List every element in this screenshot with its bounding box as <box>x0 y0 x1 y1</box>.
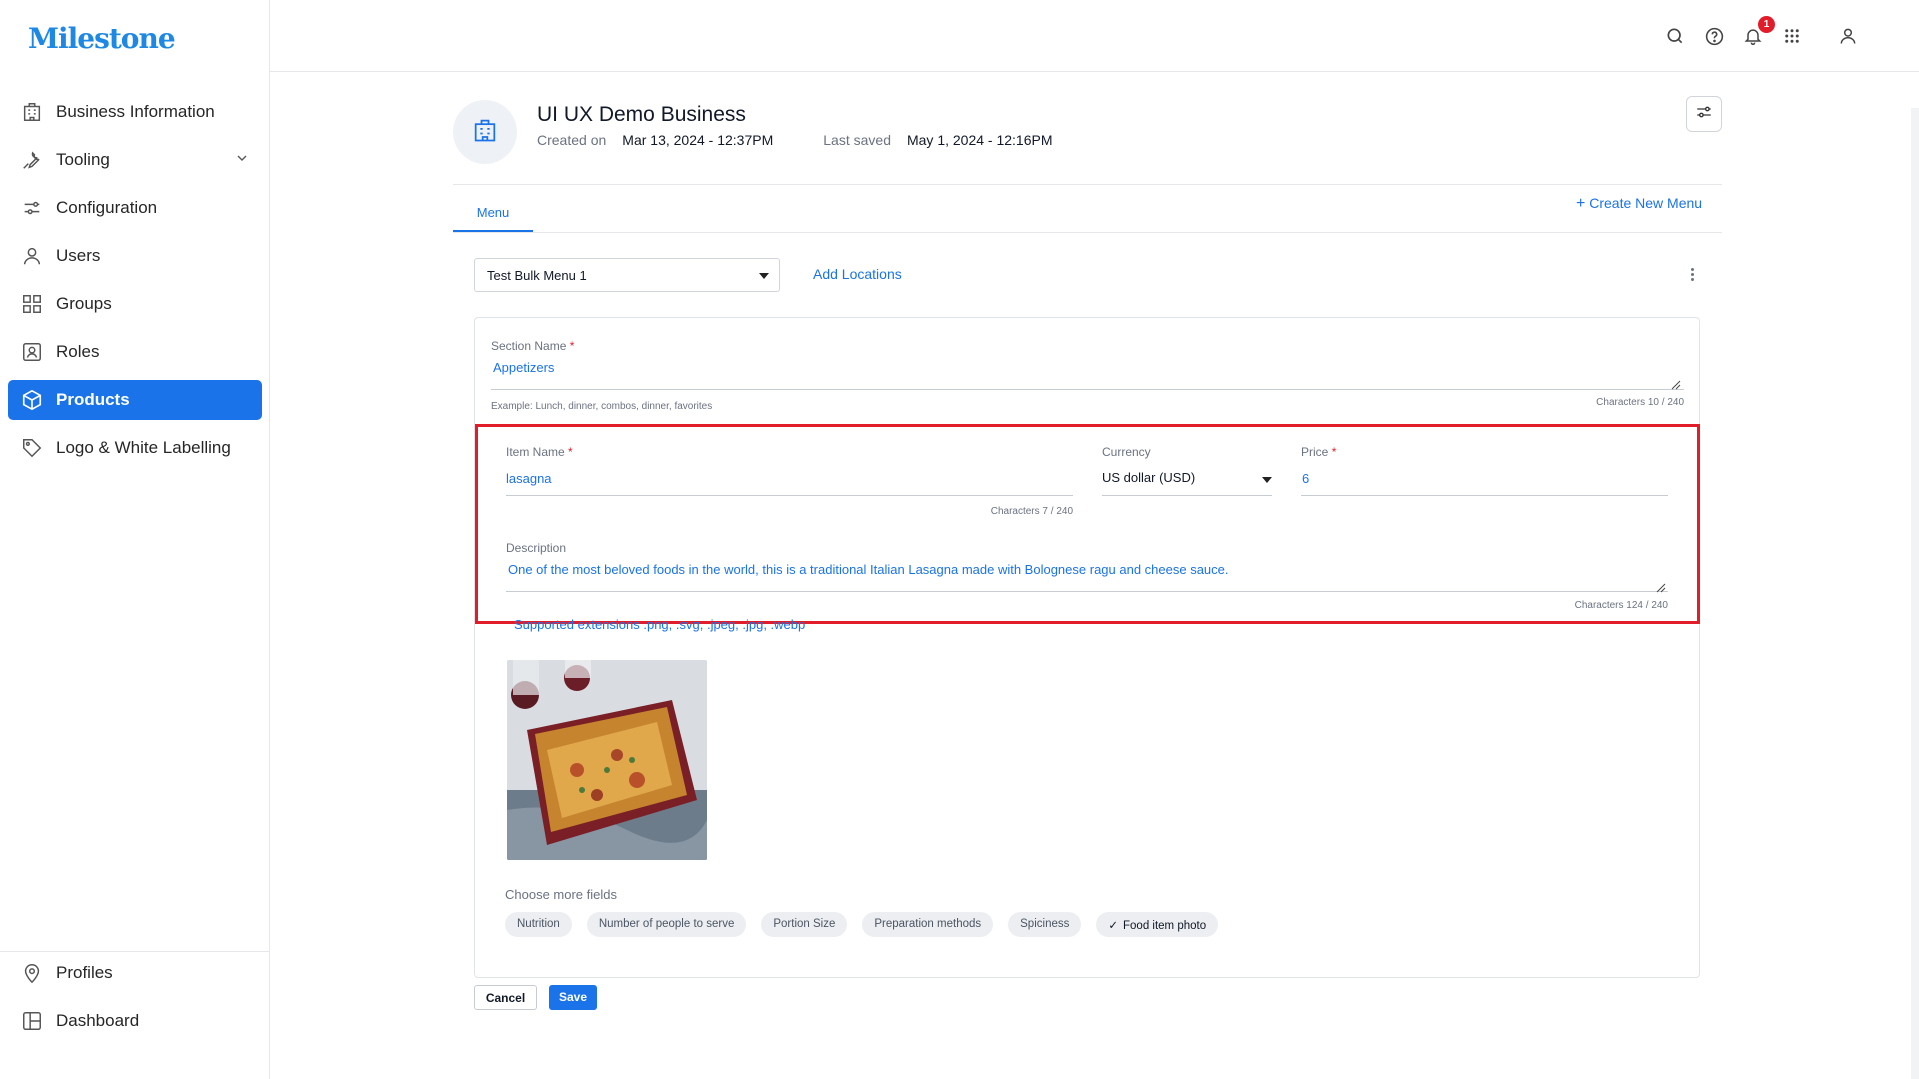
choose-more-fields-label: Choose more fields <box>505 887 617 902</box>
business-name: UI UX Demo Business <box>537 103 746 126</box>
sidebar-item-business-information[interactable]: Business Information <box>8 92 262 132</box>
search-icon[interactable] <box>1663 24 1687 48</box>
section-name-label: Section Name * <box>491 339 575 353</box>
section-name-input[interactable]: Appetizers <box>493 360 554 375</box>
created-value: Mar 13, 2024 - 12:37PM <box>622 132 774 148</box>
sidebar-item-users[interactable]: Users <box>8 236 262 276</box>
sidebar-item-products[interactable]: Products <box>8 380 262 420</box>
account-icon[interactable] <box>1836 24 1860 48</box>
apps-grid-icon[interactable] <box>1780 24 1804 48</box>
highlight-box <box>475 424 1700 624</box>
sidebar-item-roles[interactable]: Roles <box>8 332 262 372</box>
page-scrollbar[interactable] <box>1911 108 1919 1079</box>
notification-badge: 1 <box>1758 16 1775 33</box>
chip-label: Food item photo <box>1123 920 1207 932</box>
chevron-down-icon[interactable] <box>234 150 250 171</box>
sidebar-item-label: Tooling <box>56 150 110 169</box>
more-options-icon[interactable] <box>1688 268 1696 284</box>
business-avatar <box>453 100 517 164</box>
sidebar-item-label: Dashboard <box>56 1011 140 1030</box>
plus-icon: + <box>1576 195 1586 212</box>
sidebar-item-label: Profiles <box>56 963 113 982</box>
add-locations-link[interactable]: Add Locations <box>813 266 902 282</box>
location-pin-icon <box>20 961 44 985</box>
building-icon <box>20 100 44 124</box>
sidebar-item-label: Roles <box>56 342 100 361</box>
chip-nutrition[interactable]: Nutrition <box>505 912 572 937</box>
sidebar-item-configuration[interactable]: Configuration <box>8 188 262 228</box>
sidebar-item-profiles[interactable]: Profiles <box>8 953 262 993</box>
supported-extensions-text: Supported extensions .png, .svg, .jpeg, … <box>514 617 806 632</box>
check-icon: ✓ <box>1108 920 1118 932</box>
sidebar-item-label: Logo & White Labelling <box>56 438 231 457</box>
resize-handle-icon[interactable] <box>1671 377 1681 390</box>
wrench-icon <box>20 148 44 172</box>
sidebar-item-tooling[interactable]: Tooling <box>8 140 262 180</box>
box-icon <box>20 388 44 412</box>
sidebar-item-logo-white-labelling[interactable]: Logo & White Labelling <box>8 428 262 468</box>
save-button[interactable]: Save <box>549 985 597 1010</box>
id-card-icon <box>20 340 44 364</box>
app-logo[interactable]: Milestone <box>28 22 176 55</box>
building-icon <box>471 116 499 149</box>
created-label: Created on <box>537 132 607 148</box>
sidebar-item-groups[interactable]: Groups <box>8 284 262 324</box>
create-new-menu-link[interactable]: + Create New Menu <box>1576 195 1702 213</box>
chip-preparation-methods[interactable]: Preparation methods <box>862 912 994 937</box>
tag-icon <box>20 436 44 460</box>
grid-icon <box>20 292 44 316</box>
create-new-menu-label: Create New Menu <box>1589 195 1703 211</box>
tab-menu[interactable]: Menu <box>453 200 533 232</box>
menu-section-card <box>474 317 1700 978</box>
sliders-icon <box>1695 103 1713 126</box>
sidebar-item-label: Products <box>56 390 130 409</box>
dashboard-icon <box>20 1009 44 1033</box>
header-divider <box>453 184 1722 185</box>
chip-spiciness[interactable]: Spiciness <box>1008 912 1082 937</box>
help-icon[interactable] <box>1702 24 1726 48</box>
bell-icon[interactable]: 1 <box>1741 16 1775 48</box>
sidebar: Milestone Business Information Tooling C… <box>0 0 270 1079</box>
chip-portion-size[interactable]: Portion Size <box>761 912 848 937</box>
menu-select[interactable]: Test Bulk Menu 1 <box>474 258 780 292</box>
user-icon <box>20 244 44 268</box>
sidebar-item-label: Configuration <box>56 198 158 217</box>
filter-settings-button[interactable] <box>1686 96 1722 132</box>
sidebar-item-dashboard[interactable]: Dashboard <box>8 1001 262 1041</box>
top-bar: 1 <box>270 0 1919 72</box>
menu-select-value: Test Bulk Menu 1 <box>487 268 587 283</box>
sidebar-item-label: Users <box>56 246 101 265</box>
sidebar-divider <box>0 951 270 952</box>
more-fields-chips: Nutrition Number of people to serve Port… <box>505 912 1233 937</box>
sidebar-item-label: Business Information <box>56 102 215 121</box>
food-item-photo[interactable] <box>507 660 707 860</box>
chip-number-of-people[interactable]: Number of people to serve <box>586 912 747 937</box>
section-name-hint: Example: Lunch, dinner, combos, dinner, … <box>491 401 713 412</box>
business-meta: Created on Mar 13, 2024 - 12:37PM Last s… <box>537 132 1053 148</box>
sidebar-item-label: Groups <box>56 294 112 313</box>
tabs-divider <box>453 232 1722 233</box>
saved-value: May 1, 2024 - 12:16PM <box>906 132 1053 148</box>
chip-food-item-photo[interactable]: ✓ Food item photo <box>1096 912 1219 937</box>
cancel-button[interactable]: Cancel <box>474 985 537 1010</box>
section-name-counter: Characters 10 / 240 <box>1596 397 1684 408</box>
sidebar-nav: Business Information Tooling Configurati… <box>8 92 262 476</box>
sidebar-bottom-nav: Profiles Dashboard <box>8 953 262 1049</box>
caret-down-icon <box>759 273 769 279</box>
section-name-underline <box>491 389 1684 390</box>
saved-label: Last saved <box>823 132 891 148</box>
sliders-icon <box>20 196 44 220</box>
